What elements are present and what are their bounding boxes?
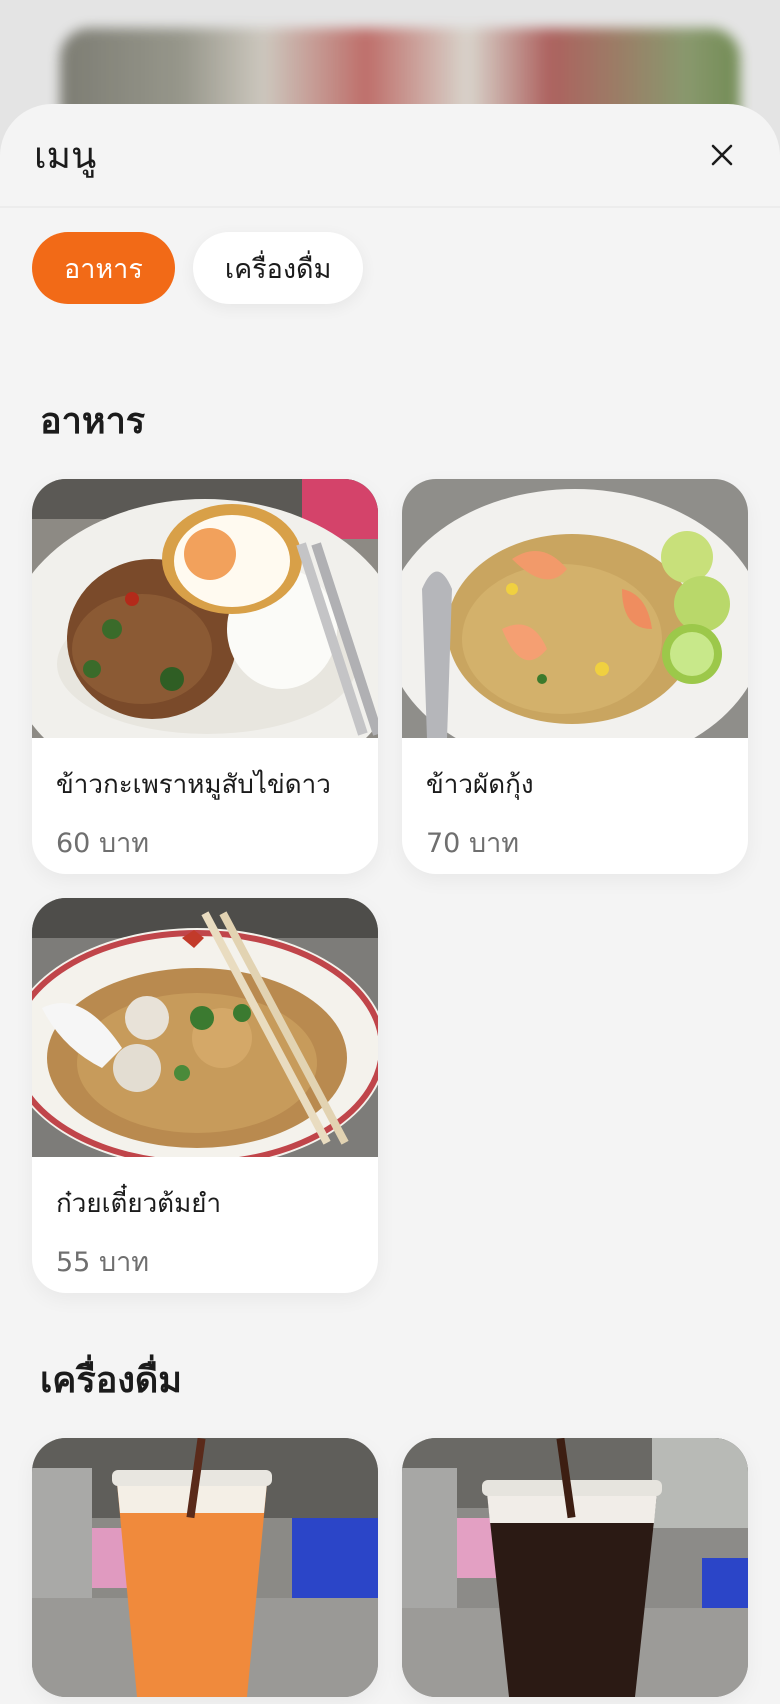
card-body: ก๋วยเตี๋ยวต้มยำ 55 บาท xyxy=(32,1157,378,1293)
section-title-drinks: เครื่องดื่ม xyxy=(40,1360,183,1401)
menu-card[interactable]: ก๋วยเตี๋ยวต้มยำ 55 บาท xyxy=(32,898,378,1293)
menu-sheet: เมนู อาหาร เครื่องดื่ม อาหาร ข้าวกะเพราห… xyxy=(0,104,780,1704)
drink-photo-thai-tea xyxy=(32,1438,378,1697)
card-body: ข้าวผัดกุ้ง 70 บาท xyxy=(402,738,748,874)
item-name: ข้าวผัดกุ้ง xyxy=(426,770,534,800)
close-button[interactable] xyxy=(698,131,746,179)
item-name: ก๋วยเตี๋ยวต้มยำ xyxy=(56,1189,222,1219)
tab-drinks[interactable]: เครื่องดื่ม xyxy=(192,232,364,304)
item-price: 60 บาท xyxy=(56,828,150,859)
item-name: ข้าวกะเพราหมูสับไข่ดาว xyxy=(56,770,331,800)
close-icon xyxy=(711,144,733,166)
category-tabs: อาหาร เครื่องดื่ม xyxy=(0,208,780,304)
tab-food-label: อาหาร xyxy=(64,253,143,285)
card-body: ข้าวกะเพราหมูสับไข่ดาว 60 บาท xyxy=(32,738,378,874)
sheet-title: เมนู xyxy=(34,133,97,177)
item-price: 55 บาท xyxy=(56,1247,150,1278)
food-grid: ข้าวกะเพราหมูสับไข่ดาว 60 บาท ข้าวผัดกุ้… xyxy=(0,479,780,1293)
drink-photo-iced-coffee xyxy=(402,1438,748,1697)
tab-food[interactable]: อาหาร xyxy=(32,232,175,304)
menu-card[interactable] xyxy=(32,1438,378,1697)
food-photo-shrimp-fried-rice xyxy=(402,479,748,738)
section-title-food: อาหาร xyxy=(40,401,146,442)
menu-card[interactable]: ข้าวกะเพราหมูสับไข่ดาว 60 บาท xyxy=(32,479,378,874)
food-photo-tom-yum-noodles xyxy=(32,898,378,1157)
tab-drinks-label: เครื่องดื่ม xyxy=(224,253,332,285)
item-price: 70 บาท xyxy=(426,828,520,859)
menu-card[interactable] xyxy=(402,1438,748,1697)
sheet-header: เมนู xyxy=(0,104,780,208)
menu-card[interactable]: ข้าวผัดกุ้ง 70 บาท xyxy=(402,479,748,874)
food-photo-basil-pork xyxy=(32,479,378,738)
drinks-grid xyxy=(0,1438,780,1697)
